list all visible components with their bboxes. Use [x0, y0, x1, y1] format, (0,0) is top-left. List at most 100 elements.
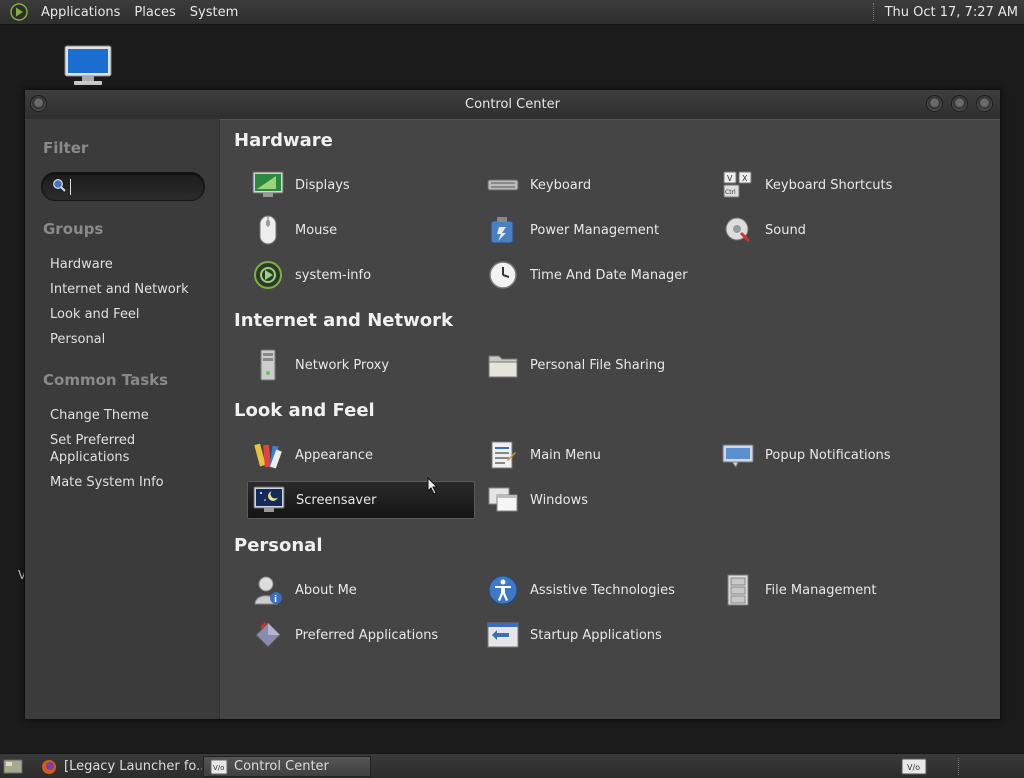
- item-popup-notifications[interactable]: Popup Notifications: [717, 436, 945, 474]
- section-title-look-and-feel: Look and Feel: [234, 400, 375, 421]
- item-label: system-info: [295, 267, 372, 283]
- item-system-info[interactable]: system-info: [247, 256, 475, 294]
- svg-text:X: X: [742, 174, 748, 183]
- task-link-system-info[interactable]: Mate System Info: [50, 474, 210, 491]
- svg-text:V/o: V/o: [213, 764, 224, 772]
- item-label: Popup Notifications: [765, 447, 891, 463]
- control-center-icon: V/o: [210, 759, 228, 775]
- item-keyboard[interactable]: Keyboard: [482, 166, 710, 204]
- item-label: Preferred Applications: [295, 627, 439, 643]
- item-label: Windows: [530, 492, 589, 508]
- item-label: Time And Date Manager: [530, 267, 688, 283]
- computer-desktop-icon[interactable]: [62, 44, 114, 88]
- item-about-me[interactable]: i About Me: [247, 571, 475, 609]
- item-label: Sound: [765, 222, 806, 238]
- folder-icon: [486, 348, 520, 382]
- firefox-icon: [40, 759, 58, 775]
- window-titlebar[interactable]: Control Center: [25, 90, 1000, 119]
- svg-text:i: i: [274, 595, 277, 605]
- filter-input[interactable]: [70, 178, 190, 195]
- item-label: Appearance: [295, 447, 374, 463]
- mate-logo-icon[interactable]: [10, 3, 28, 21]
- item-label: Mouse: [295, 222, 338, 238]
- preferred-applications-icon: [251, 618, 285, 652]
- group-link-look-and-feel[interactable]: Look and Feel: [50, 306, 210, 323]
- section-title-hardware: Hardware: [234, 130, 333, 151]
- filter-heading: Filter: [43, 139, 89, 157]
- screensaver-icon: [252, 483, 286, 517]
- group-link-internet[interactable]: Internet and Network: [50, 281, 210, 298]
- task-link-preferred-apps[interactable]: Set Preferred Applications: [50, 432, 210, 466]
- windows-icon: [486, 483, 520, 517]
- item-appearance[interactable]: Appearance: [247, 436, 475, 474]
- places-menu[interactable]: Places: [127, 5, 182, 20]
- panel-separator: [872, 3, 875, 21]
- svg-text:V/o: V/o: [907, 763, 920, 772]
- common-tasks-heading: Common Tasks: [43, 371, 169, 389]
- task-label: [Legacy Launcher fo...: [64, 759, 202, 774]
- appearance-icon: [251, 438, 285, 472]
- tray-separator: [958, 758, 966, 775]
- item-displays[interactable]: Displays: [247, 166, 475, 204]
- item-power-management[interactable]: Power Management: [482, 211, 710, 249]
- network-proxy-icon: [251, 348, 285, 382]
- applications-menu[interactable]: Applications: [34, 5, 127, 20]
- item-label: Power Management: [530, 222, 660, 238]
- file-cabinet-icon: [721, 573, 755, 607]
- task-link-change-theme[interactable]: Change Theme: [50, 407, 210, 424]
- task-label: Control Center: [234, 759, 329, 774]
- item-network-proxy[interactable]: Network Proxy: [247, 346, 475, 384]
- keyboard-shortcuts-icon: V X Ctrl: [721, 168, 755, 202]
- bottom-panel: [Legacy Launcher fo... V/o Control Cente…: [0, 753, 1024, 778]
- mouse-pointer-icon: [427, 476, 439, 495]
- item-mouse[interactable]: Mouse: [247, 211, 475, 249]
- taskbar-item-legacy-launcher[interactable]: [Legacy Launcher fo...: [34, 756, 202, 777]
- minimize-button[interactable]: [926, 95, 943, 112]
- clock-icon: [486, 258, 520, 292]
- clock[interactable]: Thu Oct 17, 7:27 AM: [885, 5, 1018, 20]
- mouse-icon: [251, 213, 285, 247]
- item-file-management[interactable]: File Management: [717, 571, 945, 609]
- displays-icon: [251, 168, 285, 202]
- item-sound[interactable]: Sound: [717, 211, 945, 249]
- item-windows[interactable]: Windows: [482, 481, 710, 519]
- window-menu-button[interactable]: [30, 95, 47, 112]
- item-label: Displays: [295, 177, 350, 193]
- power-management-icon: [486, 213, 520, 247]
- item-screensaver[interactable]: Screensaver: [247, 481, 475, 519]
- item-keyboard-shortcuts[interactable]: V X Ctrl Keyboard Shortcuts: [717, 166, 945, 204]
- search-icon: [52, 177, 66, 196]
- accessibility-icon: [486, 573, 520, 607]
- control-center-window: Control Center Filter Groups Hardware In…: [24, 89, 1001, 720]
- svg-text:Ctrl: Ctrl: [725, 189, 736, 196]
- content-area: Hardware Displays Keyboard V X Ctrl Keyboa…: [219, 119, 1000, 719]
- group-link-hardware[interactable]: Hardware: [50, 256, 210, 273]
- sidebar: Filter Groups Hardware Internet and Netw…: [25, 119, 219, 719]
- item-label: File Management: [765, 582, 877, 598]
- main-menu-icon: [486, 438, 520, 472]
- taskbar-item-control-center[interactable]: V/o Control Center: [203, 756, 371, 777]
- maximize-button[interactable]: [951, 95, 968, 112]
- item-assistive-technologies[interactable]: Assistive Technologies: [482, 571, 710, 609]
- section-title-personal: Personal: [234, 535, 323, 556]
- system-info-icon: [251, 258, 285, 292]
- show-desktop-icon[interactable]: [3, 758, 23, 775]
- keyboard-layout-tray-icon[interactable]: V/o: [901, 758, 927, 775]
- window-title: Control Center: [465, 97, 560, 112]
- item-label: Network Proxy: [295, 357, 390, 373]
- group-link-personal[interactable]: Personal: [50, 331, 210, 348]
- item-preferred-applications[interactable]: Preferred Applications: [247, 616, 475, 654]
- item-label: Personal File Sharing: [530, 357, 666, 373]
- close-button[interactable]: [976, 95, 993, 112]
- item-main-menu[interactable]: Main Menu: [482, 436, 710, 474]
- item-label: Assistive Technologies: [530, 582, 675, 598]
- item-startup-applications[interactable]: Startup Applications: [482, 616, 710, 654]
- sound-icon: [721, 213, 755, 247]
- item-time-and-date[interactable]: Time And Date Manager: [482, 256, 710, 294]
- section-title-internet: Internet and Network: [234, 310, 453, 331]
- system-menu[interactable]: System: [183, 5, 245, 20]
- item-label: Main Menu: [530, 447, 601, 463]
- filter-search-box[interactable]: [41, 172, 205, 201]
- user-icon: i: [251, 573, 285, 607]
- item-personal-file-sharing[interactable]: Personal File Sharing: [482, 346, 710, 384]
